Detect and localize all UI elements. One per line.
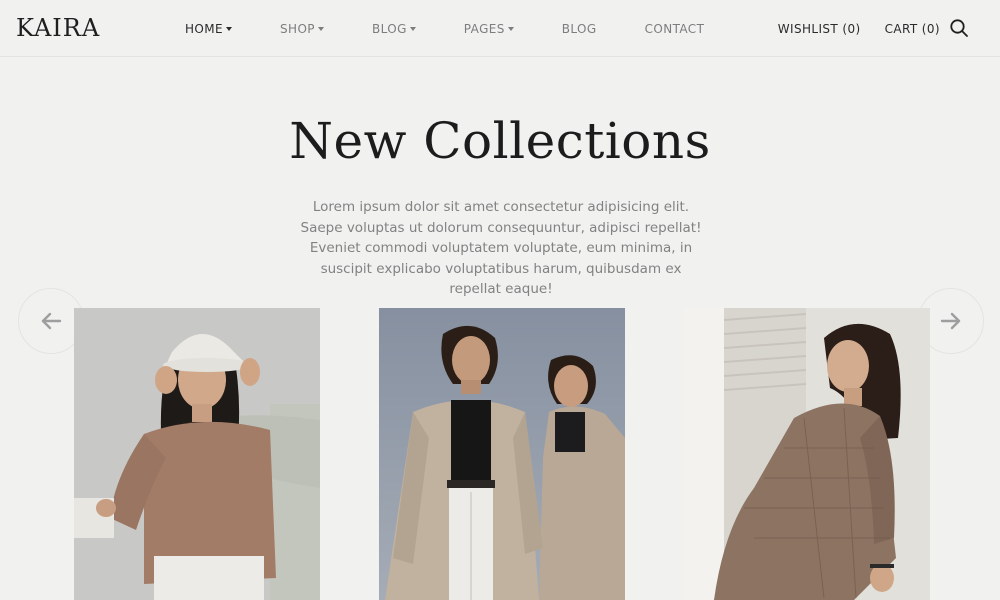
hero-description: Lorem ipsum dolor sit amet consectetur a… xyxy=(300,199,702,297)
arrow-right-icon xyxy=(940,312,961,330)
main-nav: HOME SHOP BLOG PAGES BLOG CONTACT xyxy=(185,0,704,57)
product-card[interactable] xyxy=(684,308,930,600)
chevron-down-icon xyxy=(226,27,233,31)
product-card[interactable] xyxy=(74,308,320,600)
header-actions: WISHLIST (0) CART (0) xyxy=(778,0,940,57)
nav-item-contact[interactable]: CONTACT xyxy=(645,22,705,36)
product-card[interactable] xyxy=(379,308,625,600)
nav-item-blog-dropdown[interactable]: BLOG xyxy=(372,22,416,36)
arrow-left-icon xyxy=(41,312,62,330)
woman-bucket-hat-photo xyxy=(74,308,320,600)
nav-item-label: BLOG xyxy=(371,21,407,36)
site-header: KAIRA HOME SHOP BLOG PAGES BLOG CONTACT … xyxy=(0,0,1000,57)
nav-item-home[interactable]: HOME xyxy=(185,21,233,36)
nav-item-shop[interactable]: SHOP xyxy=(280,22,324,36)
nav-item-pages[interactable]: PAGES xyxy=(464,22,514,36)
chevron-down-icon xyxy=(317,27,324,31)
search-button[interactable] xyxy=(949,18,969,38)
wishlist-link[interactable]: WISHLIST (0) xyxy=(778,22,861,36)
two-women-trench-coats-photo xyxy=(379,308,625,600)
chevron-down-icon xyxy=(507,27,514,31)
cart-link[interactable]: CART (0) xyxy=(885,22,940,36)
nav-item-label: BLOG xyxy=(561,21,597,36)
brand-logo[interactable]: KAIRA xyxy=(16,14,100,42)
nav-item-blog[interactable]: BLOG xyxy=(562,22,597,36)
nav-item-label: HOME xyxy=(185,21,224,36)
page-title: New Collections xyxy=(289,112,711,170)
woman-plaid-blazer-photo xyxy=(684,308,930,600)
nav-item-label: SHOP xyxy=(280,21,315,36)
chevron-down-icon xyxy=(409,27,416,31)
nav-item-label: CONTACT xyxy=(644,21,705,36)
nav-item-label: PAGES xyxy=(463,21,505,36)
search-icon xyxy=(950,19,968,37)
